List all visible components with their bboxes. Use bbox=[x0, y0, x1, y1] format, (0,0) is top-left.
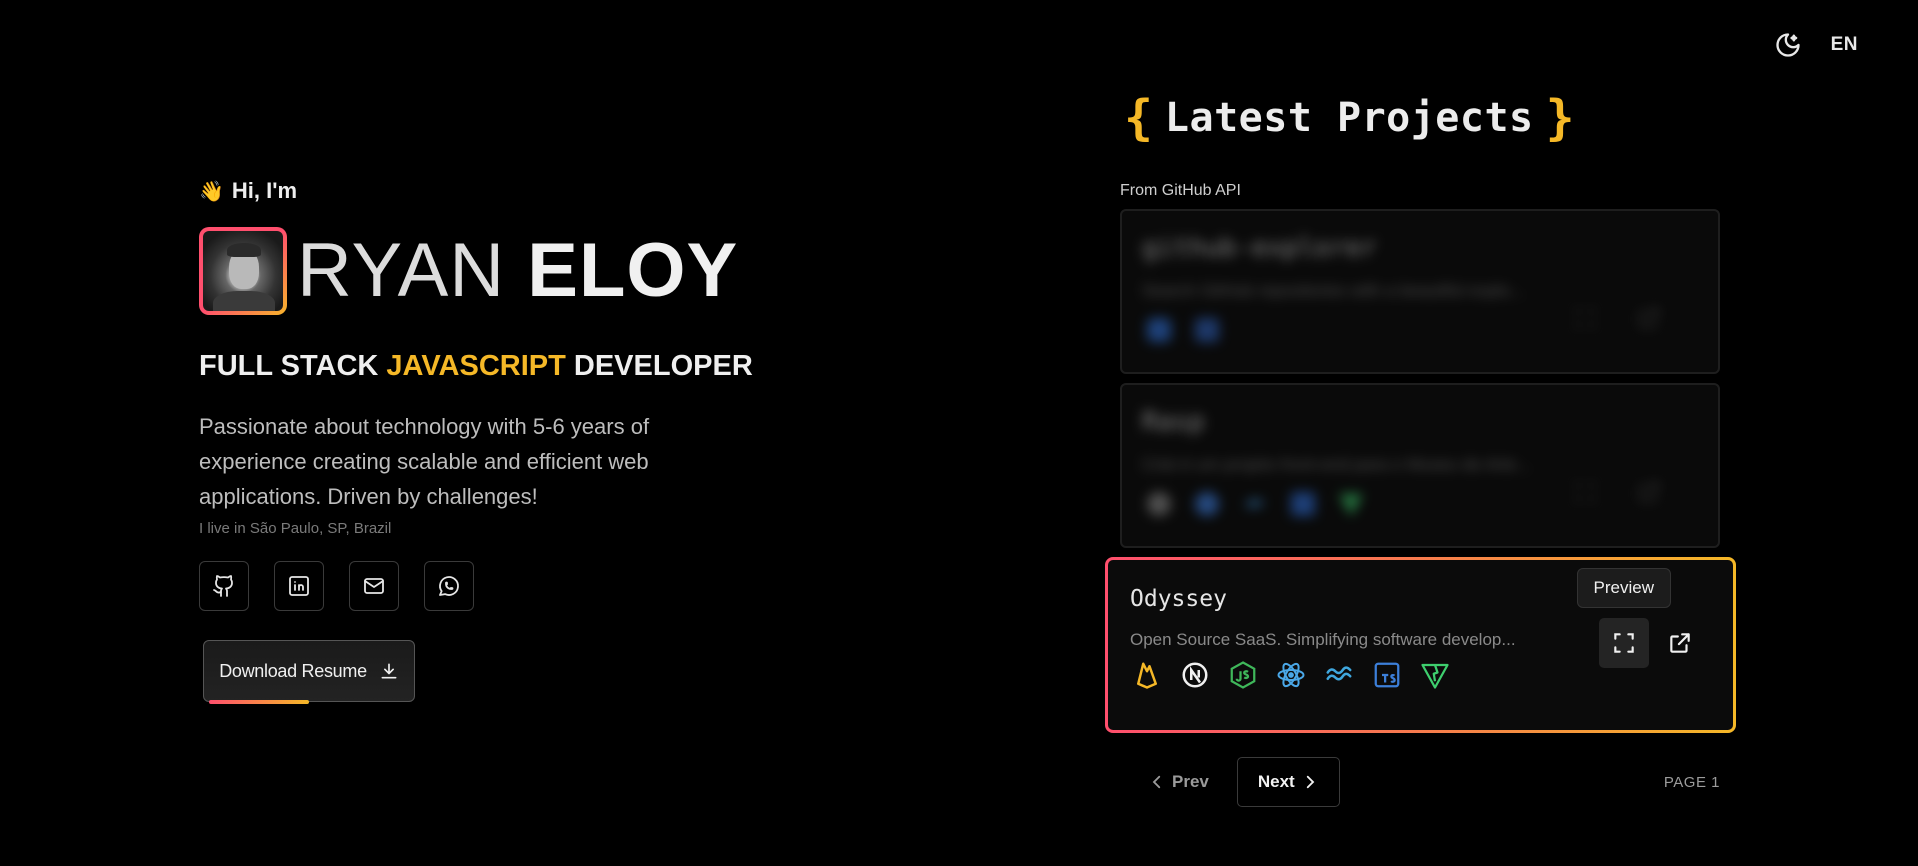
wave-emoji: 👋 bbox=[199, 180, 224, 203]
first-name: RYAN bbox=[297, 228, 506, 313]
full-name: RYAN ELOY bbox=[297, 233, 738, 309]
download-resume-label: Download Resume bbox=[219, 660, 367, 681]
brace-close: } bbox=[1545, 90, 1575, 146]
location-text: I live in São Paulo, SP, Brazil bbox=[199, 520, 392, 537]
project-description: Search GitHub repositories with a beauti… bbox=[1142, 281, 1524, 300]
tech-icon bbox=[1286, 487, 1320, 521]
page-indicator: PAGE 1 bbox=[1663, 773, 1720, 791]
tech-icon bbox=[1190, 487, 1224, 521]
tech-icon bbox=[1190, 313, 1224, 347]
role-accent: JAVASCRIPT bbox=[386, 350, 566, 382]
github-icon bbox=[213, 575, 233, 597]
next-button[interactable]: Next bbox=[1236, 757, 1340, 807]
external-link-icon bbox=[1639, 482, 1659, 502]
expand-icon bbox=[1614, 633, 1634, 653]
role-start: FULL STACK bbox=[199, 350, 379, 382]
tech-icon bbox=[1142, 313, 1176, 347]
hero-section: 👋 Hi, I'm RYAN ELOY FULL STACK JAVASCRIP… bbox=[199, 178, 759, 704]
project-description: Open Source SaaS. Simplifying software d… bbox=[1130, 630, 1516, 649]
react-icon bbox=[1274, 658, 1308, 692]
greeting: 👋 Hi, I'm bbox=[199, 178, 759, 204]
preview-button[interactable] bbox=[1599, 618, 1649, 668]
avatar-frame bbox=[199, 227, 287, 315]
last-name: ELOY bbox=[527, 228, 739, 313]
typescript-icon bbox=[1370, 658, 1404, 692]
project-actions bbox=[1599, 618, 1705, 668]
section-title: { Latest Projects } bbox=[1124, 88, 1720, 148]
external-link-icon bbox=[1670, 633, 1690, 653]
preview-tooltip: Preview bbox=[1576, 568, 1671, 608]
project-card[interactable]: Rasp Criei é um projeto front-end para o… bbox=[1120, 383, 1720, 548]
avatar bbox=[203, 231, 283, 311]
vite-icon bbox=[1418, 658, 1452, 692]
email-link[interactable] bbox=[349, 561, 399, 611]
role-end: DEVELOPER bbox=[573, 350, 753, 382]
nextjs-icon bbox=[1178, 658, 1212, 692]
linkedin-link[interactable] bbox=[274, 561, 324, 611]
social-links bbox=[199, 561, 759, 611]
open-link-button[interactable] bbox=[1655, 618, 1705, 668]
whatsapp-icon bbox=[439, 576, 459, 596]
next-label: Next bbox=[1257, 772, 1295, 791]
top-bar: EN bbox=[1773, 30, 1858, 60]
linkedin-icon bbox=[289, 576, 309, 596]
open-link-button[interactable] bbox=[1624, 293, 1674, 343]
project-name: Rasp bbox=[1142, 407, 1205, 437]
tech-icon bbox=[1238, 487, 1272, 521]
tailwind-icon bbox=[1322, 658, 1356, 692]
tech-icon bbox=[1142, 487, 1176, 521]
resume-wrapper: Download Resume bbox=[203, 640, 415, 704]
greeting-text: Hi, I'm bbox=[231, 178, 298, 203]
role-title: FULL STACK JAVASCRIPT DEVELOPER bbox=[199, 350, 759, 383]
project-card[interactable]: github-explorer Search GitHub repositori… bbox=[1120, 209, 1720, 374]
prev-label: Prev bbox=[1172, 772, 1209, 791]
preview-button[interactable] bbox=[1560, 293, 1610, 343]
download-resume-button[interactable]: Download Resume bbox=[203, 640, 415, 702]
resume-underline bbox=[209, 700, 309, 704]
project-actions bbox=[1560, 467, 1674, 517]
expand-icon bbox=[1575, 308, 1595, 328]
moon-stars-icon bbox=[1775, 33, 1800, 57]
latest-projects-section: { Latest Projects } From GitHub API gith… bbox=[1105, 88, 1736, 807]
mail-icon bbox=[364, 578, 384, 594]
project-card-active[interactable]: Odyssey Open Source SaaS. Simplifying so… bbox=[1105, 557, 1736, 733]
chevron-left-icon bbox=[1152, 775, 1161, 789]
external-link-icon bbox=[1639, 308, 1659, 328]
project-description: Criei é um projeto front-end para o Muse… bbox=[1142, 455, 1531, 474]
pagination: Prev Next PAGE 1 bbox=[1120, 757, 1720, 807]
prev-button[interactable]: Prev bbox=[1148, 772, 1209, 792]
section-title-text: Latest Projects bbox=[1164, 95, 1534, 141]
language-switch[interactable]: EN bbox=[1831, 34, 1858, 56]
download-icon bbox=[381, 663, 397, 679]
source-label: From GitHub API bbox=[1120, 182, 1241, 199]
whatsapp-link[interactable] bbox=[424, 561, 474, 611]
github-link[interactable] bbox=[199, 561, 249, 611]
name-row: RYAN ELOY bbox=[199, 226, 759, 316]
project-name: github-explorer bbox=[1142, 233, 1377, 263]
firebase-icon bbox=[1130, 658, 1164, 692]
preview-button[interactable] bbox=[1560, 467, 1610, 517]
nodejs-icon bbox=[1226, 658, 1260, 692]
project-actions bbox=[1560, 293, 1674, 343]
theme-toggle-button[interactable] bbox=[1773, 30, 1803, 60]
tech-icon bbox=[1334, 487, 1368, 521]
bio-text: Passionate about technology with 5-6 yea… bbox=[199, 414, 650, 509]
expand-icon bbox=[1575, 482, 1595, 502]
chevron-right-icon bbox=[1306, 775, 1315, 789]
brace-open: { bbox=[1124, 90, 1153, 146]
project-card-body: Odyssey Open Source SaaS. Simplifying so… bbox=[1108, 560, 1733, 730]
open-link-button[interactable] bbox=[1624, 467, 1674, 517]
